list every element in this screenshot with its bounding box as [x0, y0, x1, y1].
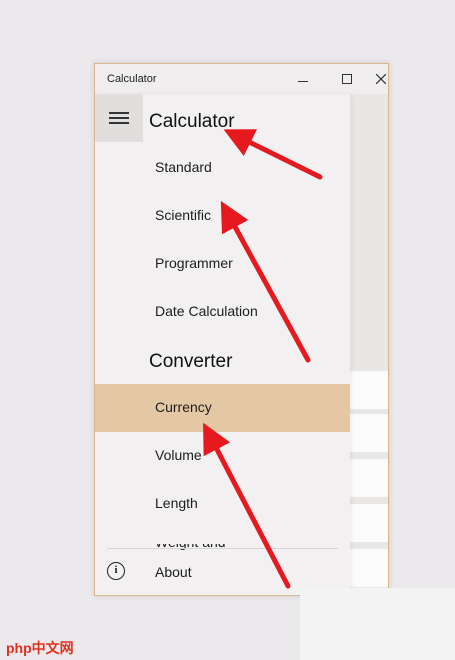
nav-item-date-calculation[interactable]: Date Calculation [95, 288, 350, 336]
maximize-button[interactable] [327, 66, 367, 92]
window-title: Calculator [107, 73, 157, 85]
watermark-blur [300, 588, 455, 660]
minimize-icon [298, 80, 308, 82]
nav-item-length[interactable]: Length [95, 480, 350, 528]
info-icon: i [107, 562, 125, 580]
hamburger-menu-button[interactable] [95, 94, 143, 142]
hamburger-icon [109, 112, 129, 124]
nav-item-scientific[interactable]: Scientific [95, 192, 350, 240]
nav-item-label: Programmer [155, 255, 233, 271]
calculator-key[interactable] [350, 414, 388, 452]
nav-item-volume[interactable]: Volume [95, 432, 350, 480]
nav-item-standard[interactable]: Standard [95, 144, 350, 192]
close-button[interactable] [371, 66, 388, 92]
calculator-key[interactable] [350, 504, 388, 542]
calculator-key[interactable] [350, 459, 388, 497]
calculator-window: Calculator Calculator Standard Scientifi… [94, 63, 389, 596]
nav-item-programmer[interactable]: Programmer [95, 240, 350, 288]
nav-item-label: Volume [155, 447, 202, 463]
nav-item-label: Scientific [155, 207, 212, 223]
maximize-icon [342, 74, 352, 84]
nav-item-label: Currency [155, 399, 212, 415]
navigation-menu: Calculator Standard Scientific Programme… [95, 94, 350, 595]
watermark-logo: php中文网 [6, 640, 74, 656]
converter-section-heading: Converter [149, 351, 233, 372]
calculator-section-heading: Calculator [149, 111, 235, 132]
calculator-key[interactable] [350, 549, 388, 587]
nav-item-currency[interactable]: Currency [95, 384, 350, 432]
close-icon [376, 74, 386, 84]
title-bar: Calculator [95, 64, 388, 94]
nav-item-label: Standard [155, 159, 212, 175]
nav-item-label: Length [155, 495, 198, 511]
nav-item-label: Date Calculation [155, 303, 258, 319]
minimize-button[interactable] [283, 66, 323, 92]
about-label: About [155, 564, 192, 580]
calculator-key[interactable] [350, 371, 388, 409]
